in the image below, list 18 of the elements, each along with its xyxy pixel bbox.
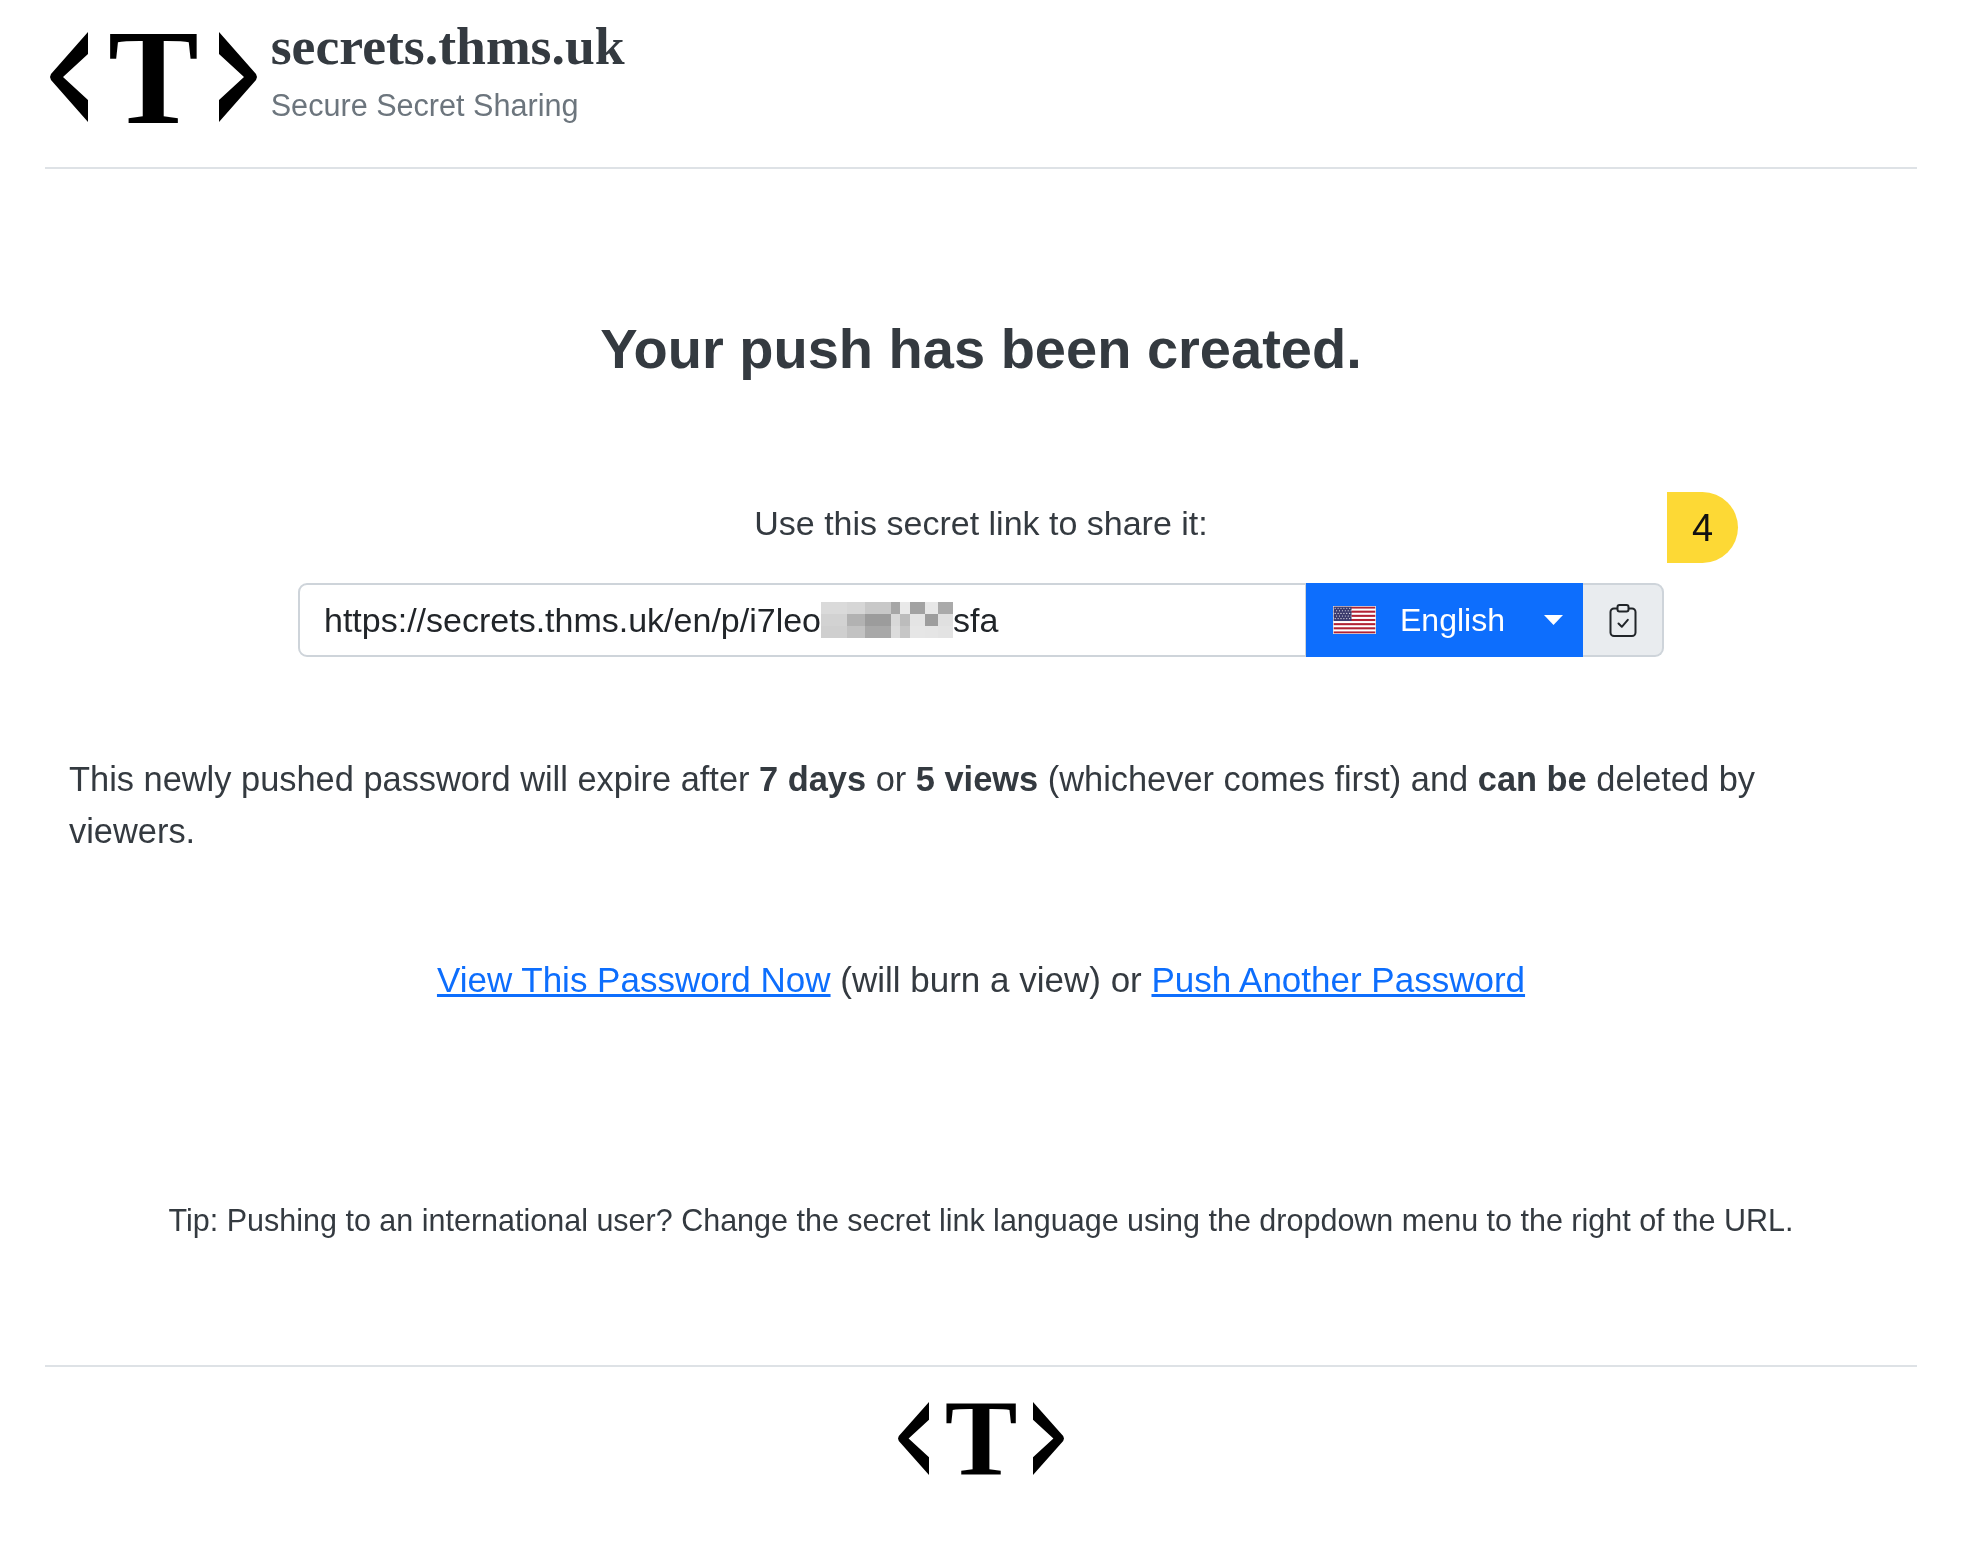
page-heading: Your push has been created. (600, 315, 1362, 382)
annotation-marker: 4 (1667, 492, 1738, 563)
us-flag-icon (1333, 606, 1376, 634)
language-dropdown-button[interactable]: English (1306, 583, 1584, 657)
share-prompt: Use this secret link to share it: (754, 503, 1208, 544)
clipboard-check-icon (1608, 603, 1637, 637)
copy-button[interactable] (1583, 583, 1664, 657)
link-field[interactable]: https://secrets.thms.uk/en/p/i7leo sfa (298, 583, 1307, 657)
site-logo[interactable]: T (50, 31, 257, 124)
inline-link[interactable]: Push Another Password (1151, 960, 1526, 1000)
site-tagline: Secure Secret Sharing (270, 87, 580, 125)
inline-link[interactable]: View This Password Now (436, 960, 831, 1000)
site-name: secrets.thms.uk (270, 17, 625, 77)
expiry-note: This newly pushed password will expire after 7 days or 5 views (whichever comes first) and can be deleted by viewers. (69, 759, 1756, 852)
caret-icon (1544, 615, 1563, 625)
actions-sentence: View This Password Now (will burn a view) or Push Another Password (436, 959, 1526, 1002)
site-logo: T (897, 1401, 1065, 1476)
tip-text: Tip: Pushing to an international user? Change the secret link language using the dropdown menu to the right of the URL. (168, 1201, 1794, 1240)
